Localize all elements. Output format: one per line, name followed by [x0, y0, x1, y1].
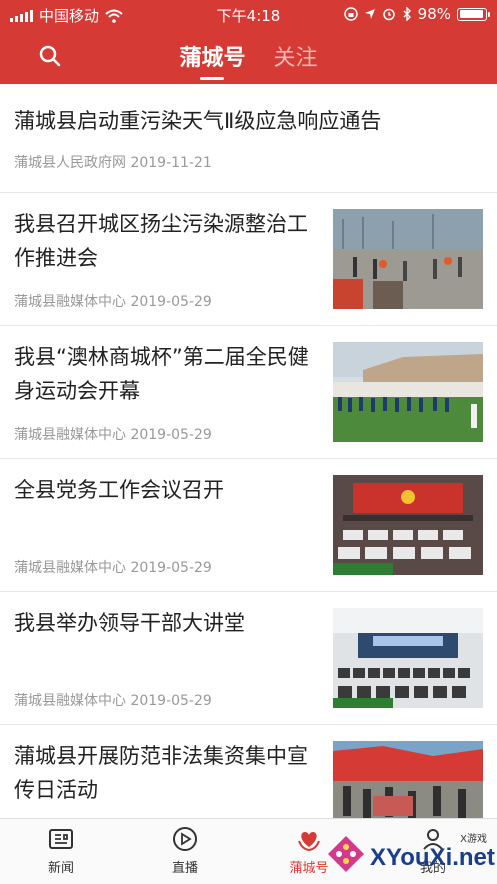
heart-hands-icon — [298, 832, 320, 852]
gamepad-logo-icon — [328, 836, 364, 872]
bluetooth-icon — [403, 7, 411, 21]
news-title: 蒲城县启动重污染天气Ⅱ级应急响应通告 — [14, 109, 382, 133]
tab-live[interactable]: 直播 — [140, 825, 230, 876]
tab-news[interactable]: 新闻 — [16, 825, 106, 876]
status-bar: 中国移动 下午4:18 98% — [0, 0, 497, 28]
news-date: 2019-05-29 — [130, 427, 212, 443]
news-item[interactable]: 蒲城县启动重污染天气Ⅱ级应急响应通告 蒲城县人民政府网 2019-11-21 — [0, 84, 497, 193]
news-meta: 蒲城县融媒体中心 2019-05-29 — [14, 424, 212, 444]
news-thumbnail — [333, 608, 483, 708]
alarm-icon — [382, 8, 395, 21]
news-title: 我县召开城区扬尘污染源整治工作推进会 — [14, 212, 308, 270]
news-thumbnail — [333, 475, 483, 575]
news-thumbnail — [333, 342, 483, 442]
tab-follow[interactable]: 关注 — [274, 40, 318, 80]
watermark-small-text: X游戏 — [460, 834, 487, 845]
news-thumbnail — [333, 209, 483, 309]
news-item[interactable]: 我县召开城区扬尘污染源整治工作推进会 蒲城县融媒体中心 2019-05-29 — [0, 193, 497, 326]
news-thumbnail — [333, 741, 483, 818]
news-meta: 蒲城县融媒体中心 2019-05-29 — [14, 690, 212, 710]
news-title: 我县举办领导干部大讲堂 — [14, 611, 245, 635]
battery-percent: 98% — [417, 5, 451, 23]
news-item[interactable]: 我县“澳林商城杯”第二届全民健身运动会开幕 蒲城县融媒体中心 2019-05-2… — [0, 326, 497, 459]
news-item[interactable]: 蒲城县开展防范非法集资集中宣传日活动 — [0, 725, 497, 818]
news-source: 蒲城县融媒体中心 — [14, 560, 126, 576]
site-watermark: X游戏 XYouXi.net — [324, 830, 495, 878]
tab-news-label: 新闻 — [47, 861, 74, 876]
tab-pucheng-hao[interactable]: 蒲城号 — [179, 40, 246, 80]
play-icon — [173, 827, 197, 851]
news-date: 2019-11-21 — [130, 155, 212, 171]
news-icon — [49, 829, 73, 849]
news-title: 全县党务工作会议召开 — [14, 478, 224, 502]
news-meta: 蒲城县人民政府网 2019-11-21 — [14, 152, 212, 172]
news-source: 蒲城县融媒体中心 — [14, 693, 126, 709]
news-item[interactable]: 我县举办领导干部大讲堂 蒲城县融媒体中心 2019-05-29 — [0, 592, 497, 725]
news-date: 2019-05-29 — [130, 560, 212, 576]
news-source: 蒲城县融媒体中心 — [14, 294, 126, 310]
tab-pucheng-hao-label: 蒲城号 — [289, 861, 329, 876]
news-title: 我县“澳林商城杯”第二届全民健身运动会开幕 — [14, 345, 309, 403]
news-meta: 蒲城县融媒体中心 2019-05-29 — [14, 291, 212, 311]
news-feed: 蒲城县启动重污染天气Ⅱ级应急响应通告 蒲城县人民政府网 2019-11-21 我… — [0, 84, 497, 818]
battery-fill — [459, 10, 484, 18]
news-date: 2019-05-29 — [130, 693, 212, 709]
nav-tabs: 蒲城号 关注 — [0, 40, 497, 80]
news-meta: 蒲城县融媒体中心 2019-05-29 — [14, 557, 212, 577]
status-right: 98% — [343, 5, 490, 23]
tab-live-label: 直播 — [171, 861, 198, 876]
news-source: 蒲城县人民政府网 — [14, 155, 126, 171]
news-item[interactable]: 全县党务工作会议召开 蒲城县融媒体中心 2019-05-29 — [0, 459, 497, 592]
location-icon — [364, 9, 375, 19]
news-date: 2019-05-29 — [130, 294, 212, 310]
lock-rotation-icon — [343, 7, 358, 21]
top-nav: 蒲城号 关注 — [0, 28, 497, 84]
news-source: 蒲城县融媒体中心 — [14, 427, 126, 443]
news-title: 蒲城县开展防范非法集资集中宣传日活动 — [14, 744, 308, 802]
battery-icon — [457, 7, 490, 21]
watermark-site-text: XYouXi.net — [370, 844, 495, 871]
